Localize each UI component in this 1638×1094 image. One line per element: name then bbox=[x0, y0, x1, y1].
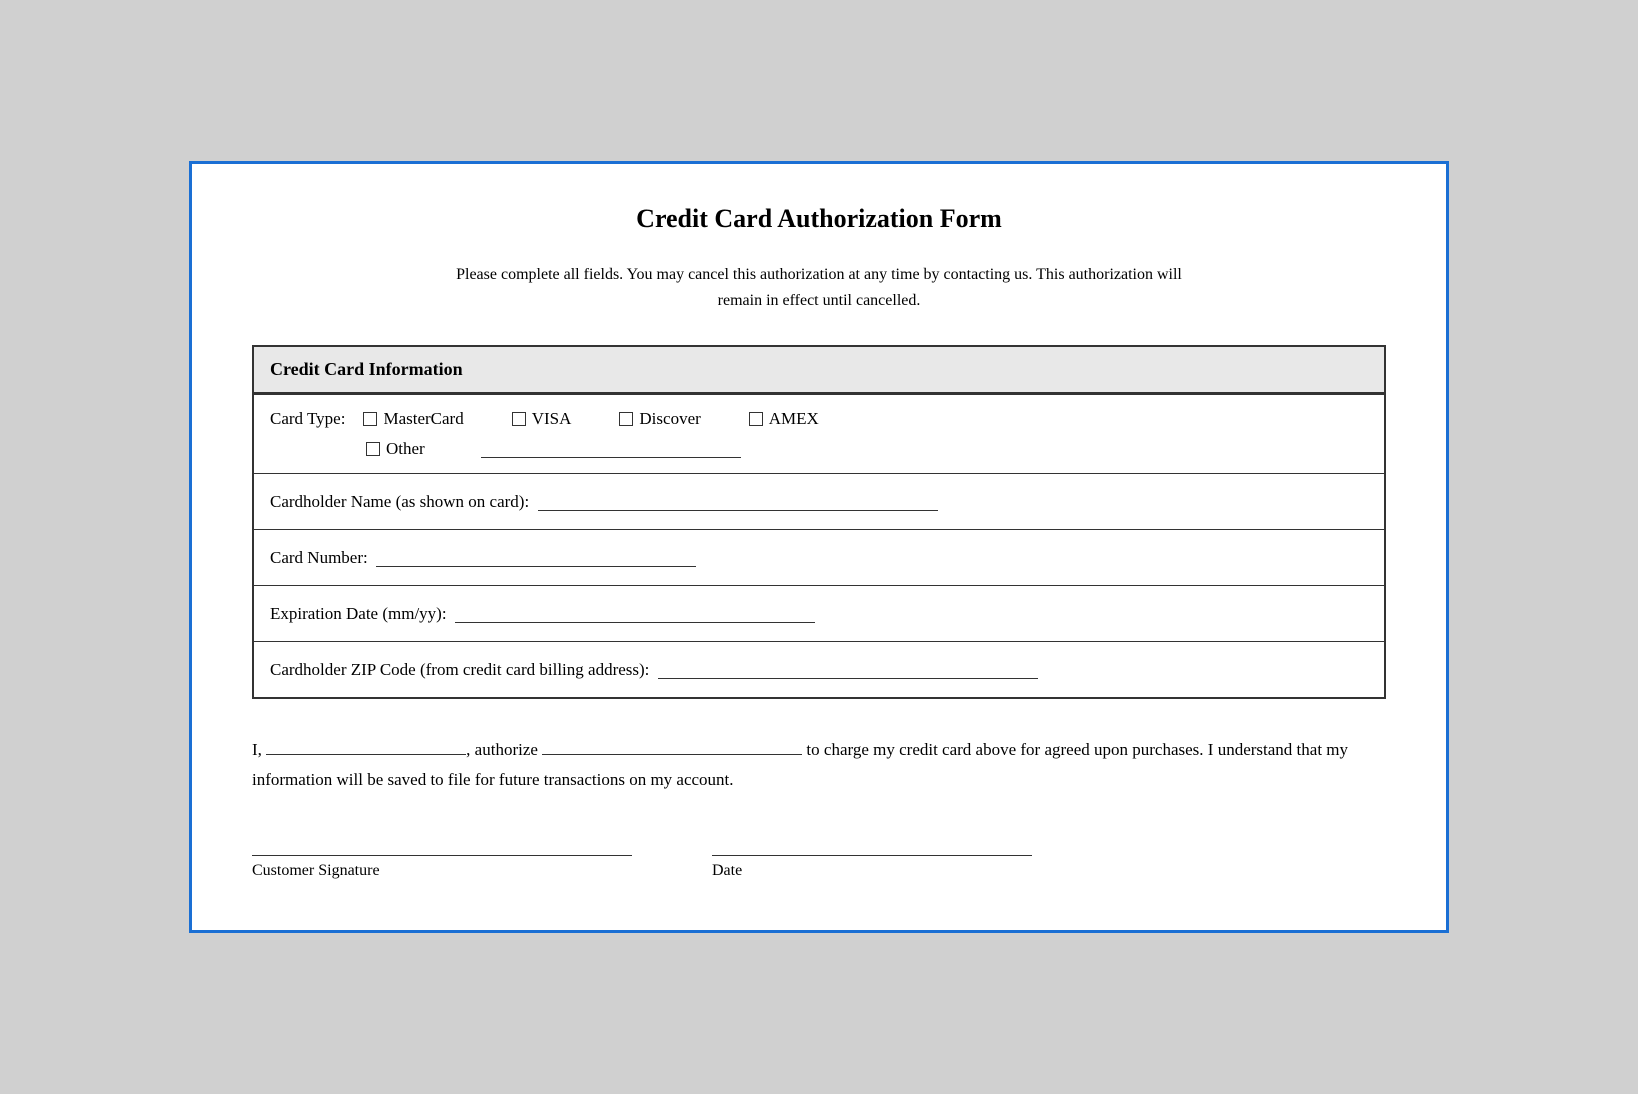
card-number-label: Card Number: bbox=[270, 548, 376, 568]
signature-section: Customer Signature Date bbox=[252, 855, 1386, 880]
auth-company-line bbox=[542, 737, 802, 755]
visa-option[interactable]: VISA bbox=[512, 409, 572, 429]
card-number-row: Card Number: bbox=[254, 529, 1384, 585]
amex-checkbox[interactable] bbox=[749, 412, 763, 426]
other-checkbox[interactable] bbox=[366, 442, 380, 456]
cardholder-name-row: Cardholder Name (as shown on card): bbox=[254, 473, 1384, 529]
signature-label: Customer Signature bbox=[252, 862, 632, 880]
card-type-label: Card Type: bbox=[270, 409, 345, 429]
date-line bbox=[712, 855, 1032, 856]
expiration-date-row: Expiration Date (mm/yy): bbox=[254, 585, 1384, 641]
form-container: Credit Card Authorization Form Please co… bbox=[189, 161, 1449, 933]
amex-option[interactable]: AMEX bbox=[749, 409, 819, 429]
zip-code-line bbox=[658, 661, 1038, 679]
authorization-text: I, , authorize to charge my credit card … bbox=[252, 735, 1386, 795]
zip-code-row: Cardholder ZIP Code (from credit card bi… bbox=[254, 641, 1384, 697]
cardholder-name-line bbox=[538, 493, 938, 511]
visa-checkbox[interactable] bbox=[512, 412, 526, 426]
customer-signature-field: Customer Signature bbox=[252, 855, 632, 880]
cardholder-name-label: Cardholder Name (as shown on card): bbox=[270, 492, 538, 512]
signature-line bbox=[252, 855, 632, 856]
expiration-date-line bbox=[455, 605, 815, 623]
other-text-line bbox=[481, 440, 741, 458]
other-option[interactable]: Other bbox=[366, 439, 425, 459]
form-title: Credit Card Authorization Form bbox=[252, 204, 1386, 234]
expiration-date-label: Expiration Date (mm/yy): bbox=[270, 604, 455, 624]
credit-card-info-table: Credit Card Information Card Type: Maste… bbox=[252, 345, 1386, 699]
date-field: Date bbox=[712, 855, 1032, 880]
discover-checkbox[interactable] bbox=[619, 412, 633, 426]
section-header: Credit Card Information bbox=[253, 346, 1385, 393]
mastercard-option[interactable]: MasterCard bbox=[363, 409, 463, 429]
card-number-line bbox=[376, 549, 696, 567]
form-subtitle: Please complete all fields. You may canc… bbox=[252, 262, 1386, 313]
date-label: Date bbox=[712, 862, 1032, 880]
auth-name-line bbox=[266, 737, 466, 755]
zip-code-label: Cardholder ZIP Code (from credit card bi… bbox=[270, 660, 658, 680]
mastercard-checkbox[interactable] bbox=[363, 412, 377, 426]
discover-option[interactable]: Discover bbox=[619, 409, 700, 429]
card-type-row: Card Type: MasterCard VISA Discover bbox=[254, 394, 1384, 473]
